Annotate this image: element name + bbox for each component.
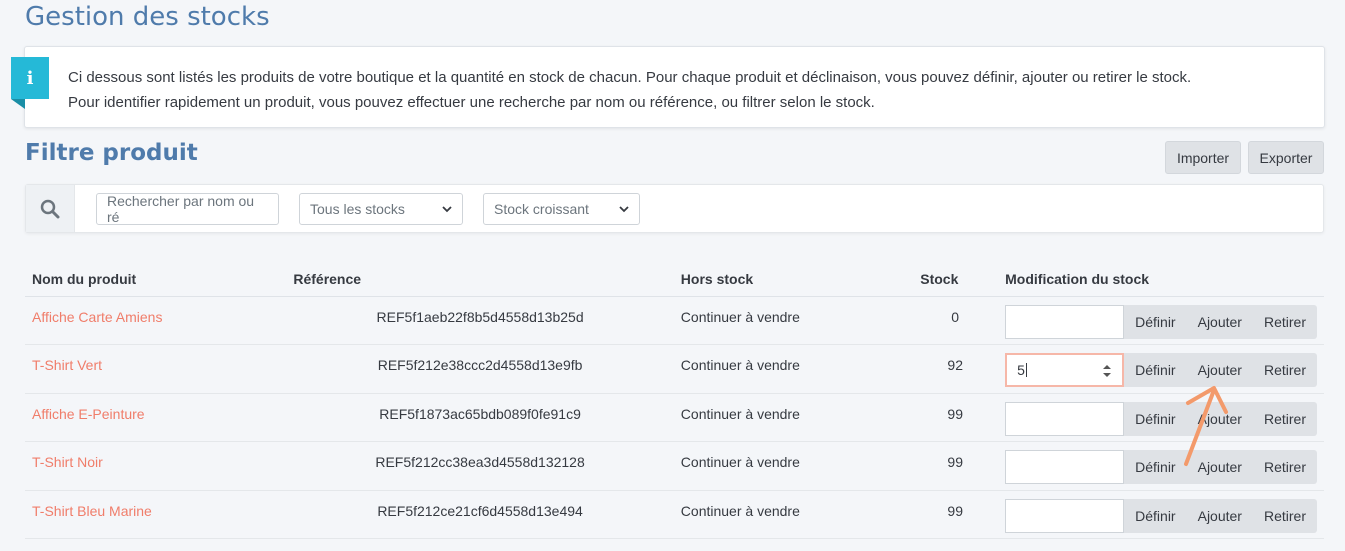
product-reference: REF5f212ce21cf6d4558d13e494 xyxy=(286,490,674,539)
chevron-down-icon xyxy=(619,206,629,213)
out-of-stock-behavior: Continuer à vendre xyxy=(673,296,914,345)
stock-quantity: 92 xyxy=(913,344,998,394)
info-icon: i xyxy=(11,57,49,109)
stock-table: Nom du produit Référence Hors stock Stoc… xyxy=(25,262,1324,539)
remove-button[interactable]: Retirer xyxy=(1253,499,1317,533)
out-of-stock-behavior: Continuer à vendre xyxy=(673,441,914,491)
table-row: Affiche Carte Amiens REF5f1aeb22f8b5d455… xyxy=(25,296,1324,345)
search-icon xyxy=(26,185,75,232)
sort-select[interactable]: Stock croissant xyxy=(483,193,640,225)
add-button[interactable]: Ajouter xyxy=(1187,305,1253,339)
table-row: Affiche E-Peinture REF5f1873ac65bdb089f0… xyxy=(25,393,1324,442)
stock-modification: Définir Ajouter Retirer xyxy=(997,441,1324,491)
quantity-input[interactable] xyxy=(1005,450,1125,484)
stock-quantity: 0 xyxy=(913,296,998,345)
stock-modification: Définir Ajouter Retirer xyxy=(997,296,1324,345)
quantity-input[interactable]: 5 xyxy=(1005,353,1125,387)
table-header-row: Nom du produit Référence Hors stock Stoc… xyxy=(25,262,1324,297)
stock-quantity: 99 xyxy=(913,393,998,442)
stock-filter-value: Tous les stocks xyxy=(310,201,405,217)
out-of-stock-behavior: Continuer à vendre xyxy=(673,344,914,394)
filter-title: Filtre produit xyxy=(25,140,198,166)
quantity-input[interactable] xyxy=(1005,401,1125,436)
table-row: T-Shirt Noir REF5f212cc38ea3d4558d132128… xyxy=(25,441,1324,491)
info-alert: i Ci dessous sont listés les produits de… xyxy=(11,46,1325,128)
remove-button[interactable]: Retirer xyxy=(1253,450,1317,484)
export-button[interactable]: Exporter xyxy=(1248,141,1324,174)
search-placeholder: Rechercher par nom ou ré xyxy=(107,193,255,225)
search-input[interactable]: Rechercher par nom ou ré xyxy=(96,193,279,225)
stock-modification: Définir Ajouter Retirer xyxy=(997,490,1324,539)
remove-button[interactable]: Retirer xyxy=(1253,305,1317,339)
out-of-stock-behavior: Continuer à vendre xyxy=(673,490,914,539)
set-button[interactable]: Définir xyxy=(1124,353,1186,387)
out-of-stock-behavior: Continuer à vendre xyxy=(673,393,914,442)
add-button[interactable]: Ajouter xyxy=(1187,353,1253,387)
product-reference: REF5f212e38ccc2d4558d13e9fb xyxy=(286,344,674,394)
add-button[interactable]: Ajouter xyxy=(1187,499,1253,533)
stock-quantity: 99 xyxy=(913,441,998,491)
set-button[interactable]: Définir xyxy=(1124,305,1186,339)
table-row: T-Shirt Bleu Marine REF5f212ce21cf6d4558… xyxy=(25,490,1324,539)
stock-modification: Définir Ajouter Retirer xyxy=(997,393,1324,442)
filter-bar: Rechercher par nom ou ré Tous les stocks… xyxy=(25,184,1324,233)
add-button[interactable]: Ajouter xyxy=(1187,402,1253,436)
product-reference: REF5f1aeb22f8b5d4558d13b25d xyxy=(286,296,674,345)
import-button[interactable]: Importer xyxy=(1165,141,1241,174)
remove-button[interactable]: Retirer xyxy=(1253,402,1317,436)
spinner-icon[interactable] xyxy=(1102,363,1112,379)
stock-modification: 5 Définir Ajouter Retirer xyxy=(997,344,1324,394)
header-reference[interactable]: Référence xyxy=(286,262,674,297)
header-modification: Modification du stock xyxy=(997,262,1324,297)
info-text: Ci dessous sont listés les produits de v… xyxy=(68,65,1304,115)
quantity-input[interactable] xyxy=(1005,304,1125,339)
page-title: Gestion des stocks xyxy=(25,2,270,32)
product-link[interactable]: T-Shirt Noir xyxy=(32,454,103,470)
product-link[interactable]: T-Shirt Bleu Marine xyxy=(32,503,152,519)
set-button[interactable]: Définir xyxy=(1124,402,1186,436)
info-line-2: Pour identifier rapidement un produit, v… xyxy=(68,94,875,111)
product-link[interactable]: T-Shirt Vert xyxy=(32,357,102,373)
product-reference: REF5f212cc38ea3d4558d132128 xyxy=(286,441,674,491)
table-row: T-Shirt Vert REF5f212e38ccc2d4558d13e9fb… xyxy=(25,344,1324,394)
product-link[interactable]: Affiche Carte Amiens xyxy=(32,309,162,325)
header-out-of-stock[interactable]: Hors stock xyxy=(673,262,914,297)
header-stock[interactable]: Stock xyxy=(913,262,998,297)
product-reference: REF5f1873ac65bdb089f0fe91c9 xyxy=(286,393,674,442)
set-button[interactable]: Définir xyxy=(1124,499,1186,533)
quantity-value: 5 xyxy=(1017,362,1025,378)
chevron-down-icon xyxy=(442,206,452,213)
add-button[interactable]: Ajouter xyxy=(1187,450,1253,484)
quantity-input[interactable] xyxy=(1005,498,1125,533)
product-link[interactable]: Affiche E-Peinture xyxy=(32,406,145,422)
remove-button[interactable]: Retirer xyxy=(1253,353,1317,387)
info-line-1: Ci dessous sont listés les produits de v… xyxy=(68,69,1192,86)
stock-filter-select[interactable]: Tous les stocks xyxy=(299,193,463,225)
stock-quantity: 99 xyxy=(913,490,998,539)
header-name[interactable]: Nom du produit xyxy=(25,262,287,297)
sort-value: Stock croissant xyxy=(494,201,589,217)
set-button[interactable]: Définir xyxy=(1124,450,1186,484)
